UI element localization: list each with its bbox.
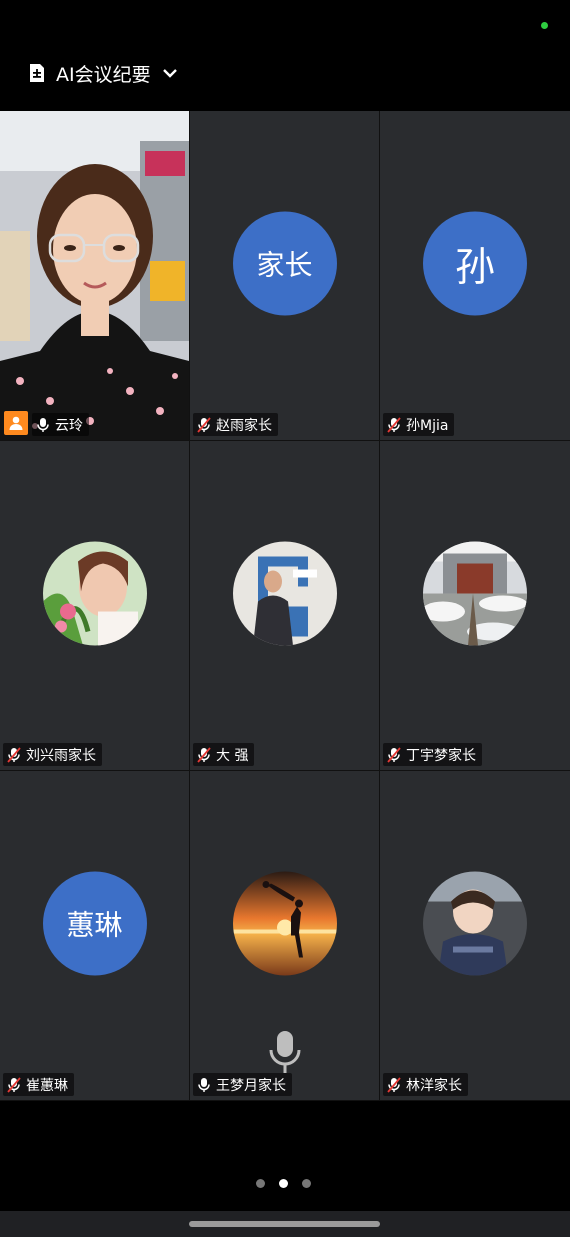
- avatar: 家长: [232, 211, 337, 316]
- participant-name-tag: 崔蕙琳: [3, 1073, 74, 1096]
- status-dot: [541, 22, 548, 29]
- avatar: [42, 541, 147, 646]
- microphone-muted-icon: [387, 746, 401, 763]
- document-icon: [30, 64, 44, 82]
- home-indicator[interactable]: [189, 1221, 380, 1227]
- participant-tile[interactable]: 蕙琳 崔蕙琳: [0, 771, 189, 1100]
- microphone-icon: [37, 417, 49, 432]
- microphone-muted-icon: [387, 416, 401, 433]
- participant-name-tag: 孙Mjia: [383, 413, 455, 436]
- participant-tile[interactable]: 林洋家长: [380, 771, 570, 1100]
- page-dot-active[interactable]: [279, 1179, 288, 1188]
- participant-name: 林洋家长: [406, 1077, 462, 1094]
- avatar: [423, 871, 527, 976]
- avatar: [423, 541, 527, 646]
- host-icon: [4, 411, 28, 435]
- participant-name: 丁宇梦家长: [406, 747, 476, 764]
- participant-name-tag: 云玲: [32, 413, 89, 436]
- microphone-muted-icon: [197, 416, 211, 433]
- participant-name: 大 强: [216, 747, 249, 764]
- participant-name: 赵雨家长: [216, 417, 272, 434]
- ai-meeting-summary-button[interactable]: AI会议纪要: [28, 58, 179, 88]
- participant-tile[interactable]: 大 强: [190, 441, 379, 770]
- participant-tile[interactable]: 孙 孙Mjia: [380, 111, 570, 440]
- participant-name: 刘兴雨家长: [26, 747, 96, 764]
- microphone-muted-icon: [7, 746, 21, 763]
- participant-name-tag: 大 强: [193, 743, 255, 766]
- participant-video: [0, 111, 189, 440]
- chevron-down-icon: [162, 69, 177, 78]
- participant-tile[interactable]: 刘兴雨家长: [0, 441, 189, 770]
- participant-name-tag: 王梦月家长: [193, 1073, 292, 1096]
- page-dot[interactable]: [302, 1179, 311, 1188]
- microphone-muted-icon: [7, 1076, 21, 1093]
- microphone-muted-icon: [387, 1076, 401, 1093]
- meeting-summary-title: AI会议纪要: [56, 63, 151, 86]
- avatar: 蕙琳: [42, 871, 147, 976]
- participant-tile[interactable]: 家长 赵雨家长: [190, 111, 379, 440]
- participant-grid: 云玲 家长 赵雨家长 孙 孙Mjia 刘兴雨家长 大 强 丁宇梦家长 蕙琳 崔蕙…: [0, 111, 570, 1101]
- microphone-muted-icon: [197, 746, 211, 763]
- microphone-icon: [198, 1077, 210, 1092]
- navigation-bar: [0, 1211, 570, 1237]
- page-dot[interactable]: [256, 1179, 265, 1188]
- avatar: 孙: [423, 211, 527, 316]
- page-indicator: [256, 1179, 311, 1188]
- participant-name: 王梦月家长: [216, 1077, 286, 1094]
- avatar: [232, 871, 337, 976]
- participant-name: 云玲: [55, 417, 83, 434]
- avatar: [232, 541, 337, 646]
- participant-name: 崔蕙琳: [26, 1077, 68, 1094]
- participant-tile[interactable]: 丁宇梦家长: [380, 441, 570, 770]
- participant-name-tag: 林洋家长: [383, 1073, 468, 1096]
- speaking-microphone-icon: [269, 1031, 301, 1073]
- participant-name-tag: 丁宇梦家长: [383, 743, 482, 766]
- participant-tile[interactable]: 云玲: [0, 111, 189, 440]
- participant-name-tag: 赵雨家长: [193, 413, 278, 436]
- participant-name: 孙Mjia: [406, 417, 449, 434]
- participant-name-tag: 刘兴雨家长: [3, 743, 102, 766]
